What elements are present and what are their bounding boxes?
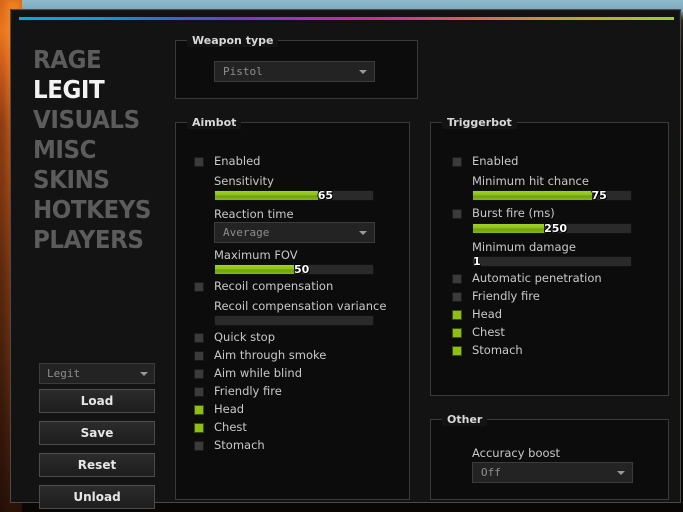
checkbox-box <box>194 333 204 343</box>
reset-button[interactable]: Reset <box>39 453 155 477</box>
aimbot-option-label: Aim through smoke <box>214 348 327 362</box>
window-body: RAGE LEGIT VISUALS MISC SKINS HOTKEYS PL… <box>11 23 680 509</box>
checkbox-box <box>452 274 462 284</box>
save-button[interactable]: Save <box>39 421 155 445</box>
weapon-type-title: Weapon type <box>187 34 279 47</box>
other-title: Other <box>442 413 488 426</box>
aimbot-panel: Aimbot Enabled Sensitivity 65 Reaction t… <box>175 116 410 500</box>
checkbox-box <box>194 405 204 415</box>
aimbot-option-label: Quick stop <box>214 330 276 344</box>
aimbot-reaction-time-dropdown[interactable]: Average <box>214 222 375 243</box>
triggerbot-option-label: Friendly fire <box>472 289 540 303</box>
sidebar-item-rage[interactable]: RAGE <box>33 47 102 72</box>
slider-fill <box>473 191 592 200</box>
aimbot-reaction-time-label: Reaction time <box>214 207 294 221</box>
other-panel: Other Accuracy boost Off <box>430 413 669 500</box>
accuracy-boost-dropdown[interactable]: Off <box>472 462 633 483</box>
triggerbot-option-label: Head <box>472 307 503 321</box>
triggerbot-min-damage-label: Minimum damage <box>472 240 576 254</box>
checkbox-box <box>194 387 204 397</box>
cheat-menu-window: RAGE LEGIT VISUALS MISC SKINS HOTKEYS PL… <box>10 9 681 509</box>
aimbot-option-label: Chest <box>214 420 247 434</box>
weapon-type-value: Pistol <box>223 65 263 78</box>
triggerbot-option-label: Chest <box>472 325 505 339</box>
aimbot-option-label: Friendly fire <box>214 384 282 398</box>
checkbox-box <box>194 282 204 292</box>
aimbot-recoil-compensation-label: Recoil compensation <box>214 279 334 293</box>
chevron-down-icon <box>140 372 148 376</box>
triggerbot-min-damage-value: 1 <box>473 255 481 268</box>
checkbox-box <box>452 157 462 167</box>
sidebar-item-legit[interactable]: LEGIT <box>33 77 105 102</box>
triggerbot-min-hit-chance-value: 75 <box>591 189 607 202</box>
weapon-type-panel: Weapon type Pistol <box>175 34 418 99</box>
checkbox-box <box>452 328 462 338</box>
aimbot-reaction-time-value: Average <box>223 226 270 239</box>
triggerbot-min-hit-chance-slider[interactable]: 75 <box>472 189 632 202</box>
slider-fill <box>215 265 294 274</box>
triggerbot-option-label: Automatic penetration <box>472 271 602 285</box>
aimbot-maximum-fov-slider[interactable]: 50 <box>214 263 374 276</box>
aimbot-maximum-fov-value: 50 <box>294 263 310 276</box>
triggerbot-enabled-label: Enabled <box>472 154 519 168</box>
aimbot-option-label: Head <box>214 402 245 416</box>
aimbot-sensitivity-label: Sensitivity <box>214 174 274 188</box>
sidebar-item-skins[interactable]: SKINS <box>33 167 110 192</box>
checkbox-box <box>452 346 462 356</box>
triggerbot-burst-fire-label: Burst fire (ms) <box>472 206 555 220</box>
aimbot-enabled-label: Enabled <box>214 154 261 168</box>
slider-fill <box>215 191 318 200</box>
aimbot-maximum-fov-label: Maximum FOV <box>214 248 298 262</box>
sidebar-item-players[interactable]: PLAYERS <box>33 227 144 252</box>
config-select-value: Legit <box>47 367 81 380</box>
weapon-type-dropdown[interactable]: Pistol <box>214 61 375 82</box>
aimbot-recoil-variance-slider[interactable] <box>214 315 374 326</box>
triggerbot-option-label: Stomach <box>472 343 523 357</box>
aimbot-option-label: Aim while blind <box>214 366 303 380</box>
aimbot-sensitivity-value: 65 <box>317 189 333 202</box>
sidebar-item-visuals[interactable]: VISUALS <box>33 107 140 132</box>
sidebar-item-hotkeys[interactable]: HOTKEYS <box>33 197 151 222</box>
checkbox-box <box>194 369 204 379</box>
chevron-down-icon <box>359 70 367 74</box>
slider-fill <box>473 224 545 233</box>
chevron-down-icon <box>617 471 625 475</box>
triggerbot-title: Triggerbot <box>442 116 517 129</box>
checkbox-box <box>452 292 462 302</box>
checkbox-box <box>194 351 204 361</box>
chevron-down-icon <box>359 231 367 235</box>
checkbox-box <box>194 441 204 451</box>
accuracy-boost-label: Accuracy boost <box>472 446 561 460</box>
rainbow-accent-bar <box>19 17 674 20</box>
checkbox-box <box>452 209 462 219</box>
accuracy-boost-value: Off <box>481 466 501 479</box>
aimbot-option-label: Stomach <box>214 438 265 452</box>
load-button[interactable]: Load <box>39 389 155 413</box>
triggerbot-burst-fire-value: 250 <box>544 222 568 235</box>
checkbox-box <box>452 310 462 320</box>
triggerbot-burst-fire-slider[interactable]: 250 <box>472 222 632 235</box>
checkbox-box <box>194 423 204 433</box>
sidebar: RAGE LEGIT VISUALS MISC SKINS HOTKEYS PL… <box>11 23 168 509</box>
triggerbot-min-hit-chance-label: Minimum hit chance <box>472 174 589 188</box>
unload-button[interactable]: Unload <box>39 485 155 509</box>
checkbox-box <box>194 157 204 167</box>
triggerbot-panel: Triggerbot Enabled Minimum hit chance 75… <box>430 116 669 396</box>
aimbot-title: Aimbot <box>187 116 242 129</box>
aimbot-sensitivity-slider[interactable]: 65 <box>214 189 374 202</box>
aimbot-recoil-variance-label: Recoil compensation variance <box>214 299 387 313</box>
triggerbot-min-damage-slider[interactable]: 1 <box>472 255 632 268</box>
sidebar-item-misc[interactable]: MISC <box>33 137 97 162</box>
config-select[interactable]: Legit <box>39 363 155 384</box>
